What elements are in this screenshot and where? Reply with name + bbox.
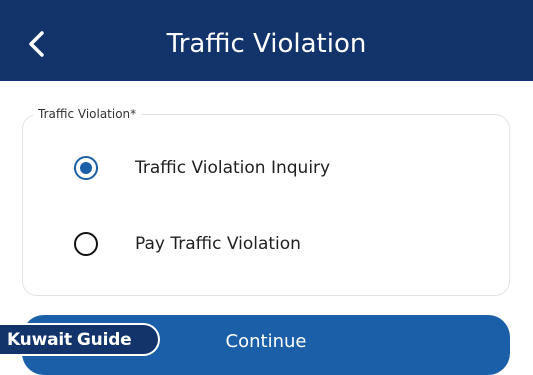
page-title: Traffic Violation bbox=[166, 29, 367, 59]
option-label: Pay Traffic Violation bbox=[135, 234, 301, 254]
radio-selected-icon[interactable] bbox=[74, 156, 98, 180]
watermark-word2: Guide bbox=[76, 330, 132, 350]
option-pay-traffic-violation[interactable]: Pay Traffic Violation bbox=[74, 224, 474, 264]
radio-unselected-icon[interactable] bbox=[74, 232, 98, 256]
kuwait-guide-watermark-logo: Kuwait Guide bbox=[0, 323, 160, 356]
watermark-word1: Kuwait bbox=[7, 330, 72, 350]
option-traffic-violation-inquiry[interactable]: Traffic Violation Inquiry bbox=[74, 148, 474, 188]
violation-type-legend: Traffic Violation* bbox=[33, 106, 142, 122]
violation-type-group bbox=[22, 114, 510, 296]
app-header: Traffic Violation bbox=[0, 0, 533, 81]
option-label: Traffic Violation Inquiry bbox=[135, 158, 331, 178]
watermark-text: Kuwait Guide bbox=[7, 330, 132, 350]
